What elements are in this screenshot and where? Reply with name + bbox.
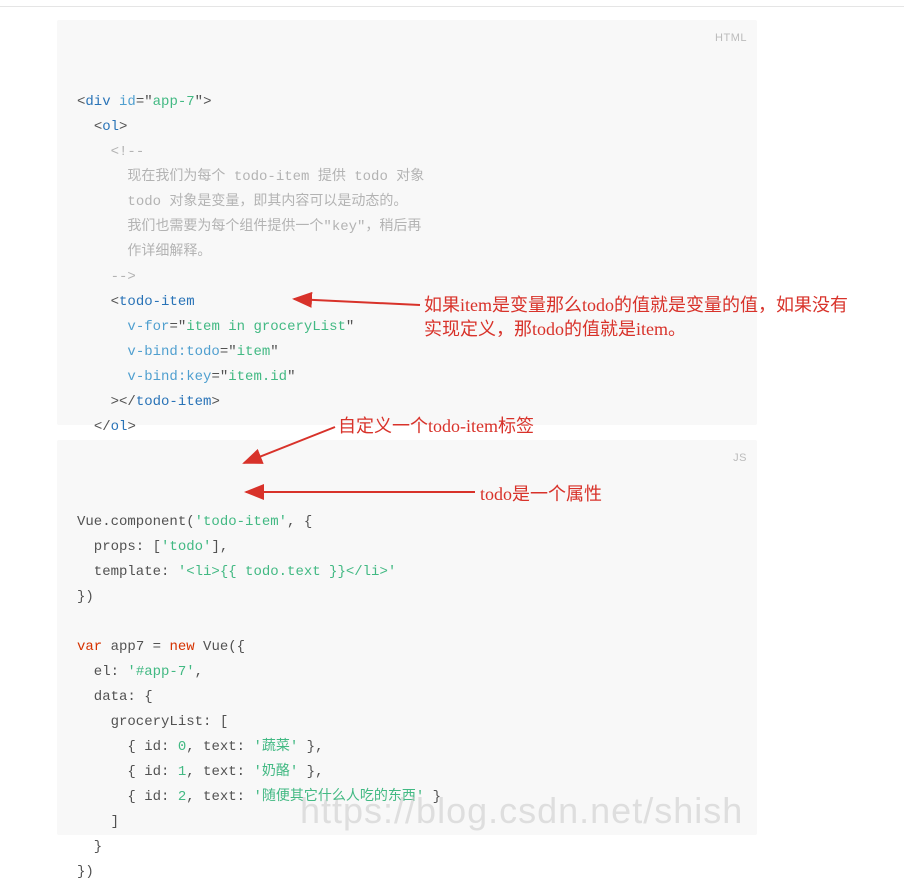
- code-text: props: [: [77, 539, 161, 555]
- code-text: ": [346, 319, 354, 335]
- code-text: 1: [178, 764, 186, 780]
- code-text: >: [119, 119, 127, 135]
- html-code-block: HTML <div id="app-7"> <ol> <!-- 现在我们为每个 …: [57, 20, 757, 425]
- code-text: { id:: [77, 789, 178, 805]
- code-text: }): [77, 589, 94, 605]
- code-text: </: [94, 419, 111, 435]
- code-comment: 我们也需要为每个组件提供一个"key"，稍后再: [127, 219, 421, 235]
- code-text: ": [195, 94, 203, 110]
- code-text: '#app-7': [127, 664, 194, 680]
- code-text: div: [85, 94, 110, 110]
- code-text: ol: [102, 119, 119, 135]
- code-text: data: {: [77, 689, 153, 705]
- code-comment: 作详细解释。: [127, 244, 211, 260]
- code-text: todo-item: [136, 394, 212, 410]
- code-text: '奶酪': [253, 764, 298, 780]
- code-comment: <!--: [111, 144, 145, 160]
- code-text: ": [178, 319, 186, 335]
- code-text: v-bind:todo: [127, 344, 219, 360]
- annotation-text: 实现定义，那todo的值就是item。: [424, 317, 894, 341]
- code-text: >: [111, 394, 119, 410]
- code-text: =: [136, 94, 144, 110]
- code-text: =: [211, 369, 219, 385]
- annotation-text: todo是一个属性: [480, 484, 602, 504]
- code-text: }: [77, 839, 102, 855]
- code-text: 0: [178, 739, 186, 755]
- code-text: var: [77, 639, 102, 655]
- code-text: , {: [287, 514, 312, 530]
- code-text: [111, 94, 119, 110]
- js-code-block: JS Vue.component('todo-item', { props: […: [57, 440, 757, 835]
- code-text: v-bind:key: [127, 369, 211, 385]
- code-text: <: [111, 294, 119, 310]
- code-text: item.id: [228, 369, 287, 385]
- code-comment: todo 对象是变量，即其内容可以是动态的。: [127, 194, 407, 210]
- code-text: ": [270, 344, 278, 360]
- code-block-lang-label: HTML: [715, 26, 747, 51]
- code-text: '<li>{{ todo.text }}</li>': [178, 564, 396, 580]
- code-text: },: [298, 764, 323, 780]
- code-text: v-for: [127, 319, 169, 335]
- code-text: Vue({: [195, 639, 245, 655]
- code-text: </: [119, 394, 136, 410]
- code-text: todo-item: [119, 294, 195, 310]
- code-text: 'todo-item': [195, 514, 287, 530]
- code-text: }): [77, 864, 94, 880]
- code-text: app7 =: [102, 639, 169, 655]
- code-text: ": [228, 344, 236, 360]
- code-text: , text:: [186, 739, 253, 755]
- watermark-text: https://blog.csdn.net/shish: [300, 790, 743, 832]
- code-comment: 现在我们为每个 todo-item 提供 todo 对象: [127, 169, 424, 185]
- code-text: item: [237, 344, 271, 360]
- code-text: ": [144, 94, 152, 110]
- top-divider: [0, 6, 904, 7]
- code-text: ]: [77, 814, 119, 830]
- code-text: , text:: [186, 764, 253, 780]
- code-text: Vue.component(: [77, 514, 195, 530]
- code-text: =: [169, 319, 177, 335]
- code-text: item in groceryList: [186, 319, 346, 335]
- code-text: template:: [77, 564, 178, 580]
- code-text: ": [220, 369, 228, 385]
- code-text: '蔬菜': [253, 739, 298, 755]
- code-text: ],: [211, 539, 228, 555]
- code-text: ol: [111, 419, 128, 435]
- code-text: groceryList: [: [77, 714, 228, 730]
- annotation-custom-tag: 自定义一个todo-item标签: [338, 414, 534, 438]
- code-text: },: [298, 739, 323, 755]
- annotation-text: 如果item是变量那么todo的值就是变量的值，如果没有: [424, 293, 894, 317]
- code-text: =: [220, 344, 228, 360]
- code-text: el:: [77, 664, 127, 680]
- annotation-todo-prop: todo是一个属性: [480, 482, 602, 506]
- code-text: app-7: [153, 94, 195, 110]
- code-text: new: [169, 639, 194, 655]
- code-comment: -->: [111, 269, 136, 285]
- code-block-lang-label: JS: [733, 446, 747, 471]
- annotation-item-variable: 如果item是变量那么todo的值就是变量的值，如果没有 实现定义，那todo的…: [424, 293, 894, 341]
- code-text: id: [119, 94, 136, 110]
- code-text: >: [203, 94, 211, 110]
- code-text: ,: [195, 664, 203, 680]
- code-text: ": [287, 369, 295, 385]
- code-text: >: [127, 419, 135, 435]
- code-text: { id:: [77, 739, 178, 755]
- code-text: , text:: [186, 789, 253, 805]
- code-text: >: [211, 394, 219, 410]
- code-text: 'todo': [161, 539, 211, 555]
- code-text: 2: [178, 789, 186, 805]
- code-text: { id:: [77, 764, 178, 780]
- annotation-text: 自定义一个todo-item标签: [338, 416, 534, 436]
- code-text: <: [94, 119, 102, 135]
